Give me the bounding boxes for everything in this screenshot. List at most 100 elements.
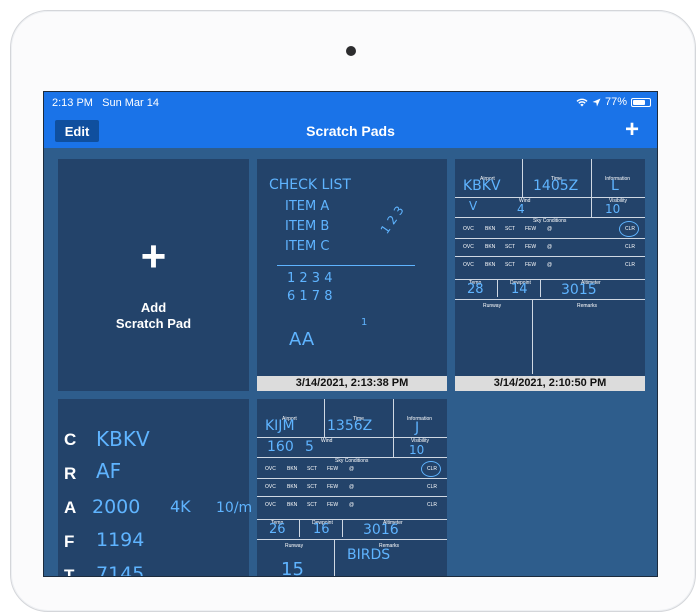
clr-cell: CLR — [427, 484, 438, 490]
sky-cell: SCT — [307, 502, 317, 508]
form-divider — [455, 299, 645, 300]
form-divider — [532, 299, 533, 374]
ink-text: 10 — [409, 443, 425, 457]
clr-circle-ink — [421, 461, 441, 477]
ink-text: L — [611, 178, 619, 194]
sky-cell: BKN — [485, 244, 496, 250]
sky-cell: SCT — [505, 226, 515, 232]
craft-letter: F — [64, 532, 75, 551]
craft-letter: A — [64, 498, 77, 517]
craft-letter: R — [64, 464, 77, 483]
scratch-pad-craft[interactable]: C R A F T KBKV AF 2000 4K 10/m 1194 7145 — [58, 399, 253, 577]
add-plus-icon: + — [140, 232, 167, 281]
sky-cell: BKN — [287, 466, 298, 472]
ink-text: ITEM C — [285, 239, 330, 254]
ink-text: 1 2 3 — [377, 203, 407, 237]
sky-cell: BKN — [287, 484, 298, 490]
sky-cell: OVC — [463, 262, 474, 268]
sky-cell: BKN — [485, 262, 496, 268]
scratch-pad-atis-2[interactable]: Airport Time Information KIJM 1356Z J Wi… — [257, 399, 447, 576]
sky-cell: OVC — [463, 244, 474, 250]
sky-cell: FEW — [525, 226, 537, 232]
sky-conditions-label: Sky Conditions — [533, 218, 567, 224]
form-divider — [591, 159, 592, 197]
scratch-pad-checklist[interactable]: CHECK LIST ITEM A ITEM B ITEM C 1 2 3 1 … — [257, 159, 447, 391]
runway-label: Runway — [285, 543, 304, 549]
sky-cell: OVC — [265, 466, 276, 472]
add-scratch-pad-label: Add Scratch Pad — [115, 300, 192, 331]
ink-text: KBKV — [96, 427, 150, 451]
sky-cell: @ — [547, 262, 553, 268]
form-divider — [299, 519, 300, 537]
sky-cell: @ — [547, 226, 553, 232]
wifi-icon — [576, 98, 588, 106]
sky-conditions-label: Sky Conditions — [335, 458, 369, 464]
scratch-pad-atis[interactable]: Airport Time Information KBKV 1405Z L Wi… — [455, 159, 645, 391]
ink-text: ITEM B — [285, 219, 330, 234]
battery-fill — [633, 99, 646, 105]
form-divider — [455, 256, 645, 257]
sky-cell: @ — [349, 466, 355, 472]
status-bar: 2:13 PM Sun Mar 14 77% — [44, 92, 657, 114]
ink-text: ITEM A — [285, 199, 330, 214]
form-divider — [455, 238, 645, 239]
ink-text: 6 1 7 8 — [287, 289, 333, 304]
form-divider — [591, 197, 592, 217]
form-divider — [324, 399, 325, 437]
wind-label: Wind — [321, 438, 333, 444]
ink-text: 10/m — [216, 500, 253, 516]
form-divider — [497, 279, 498, 297]
ink-text: AA — [289, 329, 315, 350]
ink-text: BIRDS — [347, 547, 391, 563]
plus-icon[interactable]: + — [625, 117, 639, 143]
ink-text: J — [415, 420, 420, 436]
atis-form: Airport Time Information KBKV 1405Z L Wi… — [455, 159, 645, 391]
ink-text: 1 — [361, 317, 368, 328]
ink-text: 1194 — [96, 529, 145, 551]
sky-cell: OVC — [265, 502, 276, 508]
sky-cell: FEW — [525, 244, 537, 250]
add-scratch-pad-tile[interactable]: + Add Scratch Pad — [58, 159, 249, 391]
sky-cell: SCT — [505, 244, 515, 250]
sky-cell: SCT — [307, 484, 317, 490]
pad-timestamp: 3/14/2021, 2:10:50 PM — [455, 376, 645, 391]
sky-cell: OVC — [463, 226, 474, 232]
ink-text: 5 — [305, 439, 314, 455]
ink-text: 2000 — [92, 496, 141, 518]
ink-text: 26 — [269, 522, 286, 537]
form-divider — [334, 539, 335, 576]
status-time: 2:13 PM Sun Mar 14 — [52, 97, 160, 109]
ink-text: AF — [96, 459, 122, 483]
ink-text: CHECK LIST — [269, 177, 351, 193]
ink-text: 1405Z — [533, 178, 579, 194]
craft-letter: C — [64, 430, 77, 449]
ink-text: 3015 — [561, 282, 597, 298]
sky-cell: SCT — [505, 262, 515, 268]
sky-cell: BKN — [287, 502, 298, 508]
sky-cell: FEW — [327, 466, 339, 472]
ink-text: 160 — [267, 439, 294, 455]
ink-text: 4 — [517, 202, 525, 216]
ink-text: 1 2 3 4 — [287, 271, 333, 286]
battery-percent: 77% — [604, 96, 627, 108]
sky-cell: BKN — [485, 226, 496, 232]
ink-text: 3016 — [363, 522, 399, 538]
clr-cell: CLR — [427, 502, 438, 508]
craft-letter: T — [64, 566, 75, 577]
sky-cell: OVC — [265, 484, 276, 490]
sky-cell: FEW — [327, 484, 339, 490]
ink-text: KBKV — [463, 178, 501, 194]
runway-label: Runway — [483, 303, 502, 309]
clr-cell: CLR — [625, 244, 636, 250]
ink-text: KIJM — [265, 418, 295, 434]
atis-form: Airport Time Information KIJM 1356Z J Wi… — [257, 399, 447, 576]
navigation-bar: Edit Scratch Pads + — [44, 114, 657, 148]
clr-cell: CLR — [625, 262, 636, 268]
form-divider — [257, 519, 447, 520]
ink-text: 28 — [467, 282, 484, 297]
ink-line — [277, 265, 415, 266]
form-divider — [342, 519, 343, 537]
front-camera — [346, 46, 356, 56]
form-divider — [393, 399, 394, 457]
form-divider — [540, 279, 541, 297]
